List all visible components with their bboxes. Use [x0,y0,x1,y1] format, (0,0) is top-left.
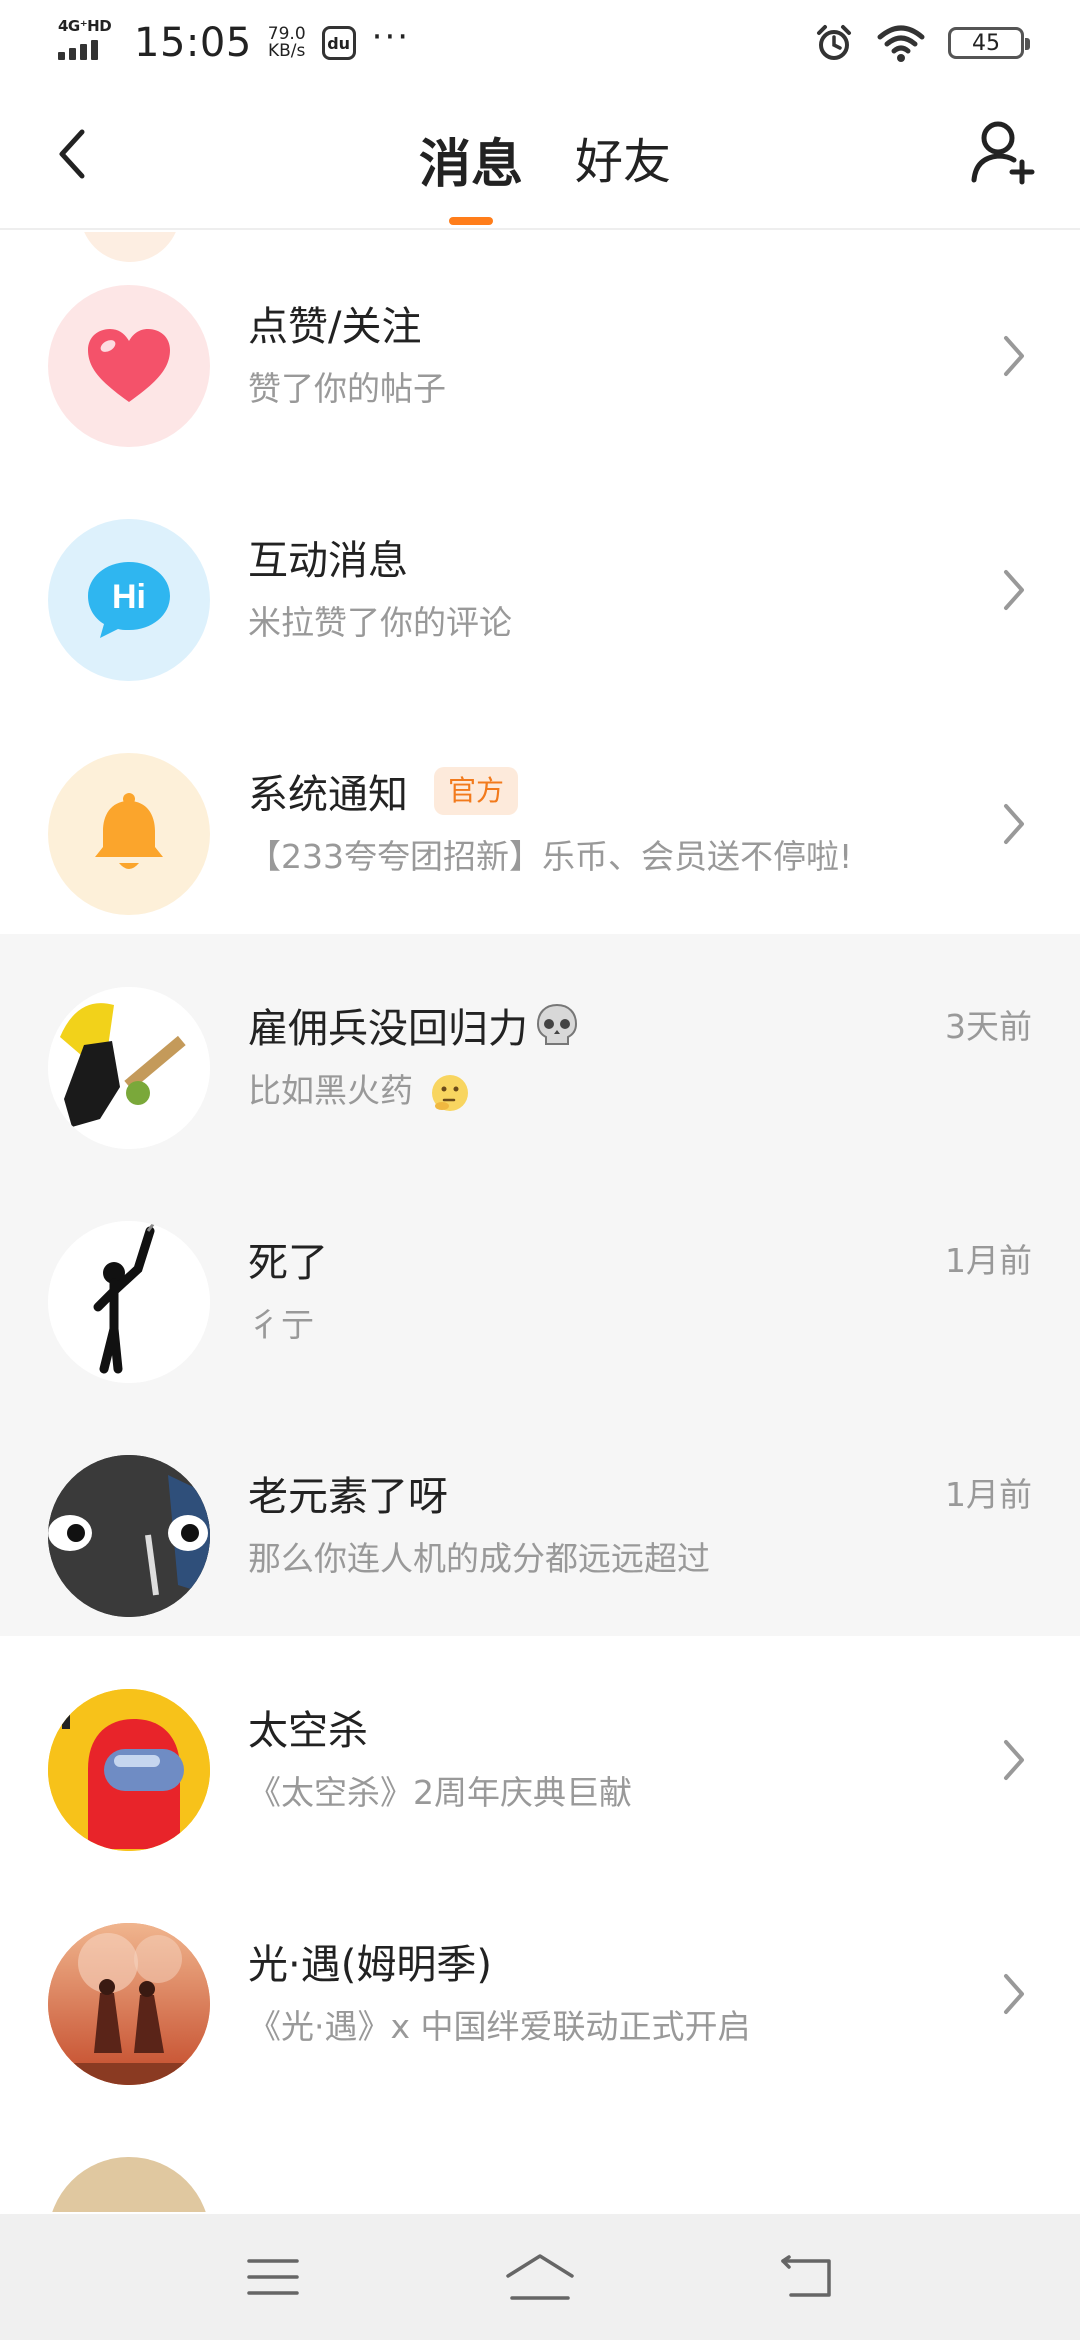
chat-time: 1月前 [945,1475,1032,1514]
avatar [48,1455,210,1617]
return-icon [780,2255,831,2297]
network-speed: 79.0 KB/s [267,24,306,61]
item-subtitle: 米拉赞了你的评论 [248,603,512,642]
avatar: Hi [48,519,210,681]
chevron-right-icon [1004,1974,1024,2014]
list-item-partial[interactable] [0,2104,1080,2212]
tab-friends[interactable]: 好友 [575,122,671,219]
back-nav-button[interactable] [762,2232,852,2322]
chevron-right-icon [1004,336,1024,376]
battery-indicator: 45 [948,27,1030,59]
avatar [48,1923,210,2085]
item-title: 点赞/关注 [248,304,422,350]
chat-title: 死了 [248,1240,328,1286]
game-avatar-image [48,1689,210,1851]
game-avatar-image [48,1923,210,2085]
heart-icon [88,329,170,402]
add-user-icon [971,121,1035,185]
menu-button[interactable] [228,2232,318,2322]
official-badge: 官方 [434,767,519,815]
more-notifications-icon: ··· [371,17,411,57]
home-icon [506,2254,574,2300]
list-item-system-notice[interactable]: 系统通知 官方 【233夸夸团招新】乐币、会员送不停啦! [0,700,1080,934]
chat-title: 雇佣兵没回归力 [248,996,580,1054]
chat-item[interactable]: 雇佣兵没回归力 比如黑火药 3天前 [0,934,1080,1168]
list-item-game[interactable]: 太空杀 《太空杀》2周年庆典巨献 [0,1636,1080,1870]
svg-text:Hi: Hi [112,578,146,616]
item-subtitle: 【233夸夸团招新】乐币、会员送不停啦! [248,837,853,876]
thinking-emoji-icon [431,1074,468,1111]
hi-bubble-icon: Hi [88,562,170,638]
app-notification-icon: du [321,26,356,60]
message-list[interactable]: 点赞/关注 赞了你的帖子 Hi 互动消息 米拉赞了你的评论 系统通知 官方 【2… [0,232,1080,2212]
chat-title: 老元素了呀 [248,1474,448,1520]
chevron-right-icon [1004,804,1024,844]
list-item-game[interactable]: 光·遇(姆明季) 《光·遇》x 中国绊爱联动正式开启 [0,1870,1080,2104]
system-navigation-bar [0,2214,1080,2340]
clock: 15:05 [134,20,252,66]
avatar [48,987,210,1149]
tab-bar: 消息 好友 [0,122,1080,219]
menu-icon [247,2259,300,2295]
item-title: 互动消息 [248,538,408,584]
avatar [48,1689,210,1851]
item-title: 系统通知 官方 [248,762,519,820]
chat-last-message: 那么你连人机的成分都远远超过 [248,1539,710,1578]
item-title: 光·遇(姆明季) [248,1942,492,1988]
skull-emoji-icon [536,1003,578,1045]
item-title: 太空杀 [248,1708,368,1754]
status-bar: 4G⁺HD 15:05 79.0 KB/s du ··· 45 [0,0,1080,86]
chat-last-message: 彳亍 [248,1305,314,1344]
alarm-icon [817,25,851,60]
signal-icon: 4G⁺HD [58,18,118,68]
chat-last-message: 比如黑火药 [248,1064,470,1113]
chat-time: 1月前 [945,1241,1032,1280]
tab-messages[interactable]: 消息 [419,122,523,219]
item-subtitle: 《光·遇》x 中国绊爱联动正式开启 [248,2007,751,2046]
add-friend-button[interactable] [968,116,1040,188]
chat-item[interactable]: 老元素了呀 那么你连人机的成分都远远超过 1月前 [0,1402,1080,1636]
chat-item[interactable]: 死了 彳亍 1月前 [0,1168,1080,1402]
user-avatar-image [48,1455,210,1617]
avatar [48,2157,210,2212]
home-button[interactable] [495,2232,585,2322]
item-subtitle: 《太空杀》2周年庆典巨献 [248,1773,632,1812]
list-item-interactions[interactable]: Hi 互动消息 米拉赞了你的评论 [0,466,1080,700]
bell-icon [95,793,163,869]
user-avatar-image [48,987,210,1149]
top-header: 消息 好友 [0,86,1080,230]
wifi-icon [877,25,925,62]
item-subtitle: 赞了你的帖子 [248,369,446,408]
user-avatar-image [48,1221,210,1383]
chevron-right-icon [1004,1740,1024,1780]
chat-time: 3天前 [945,1007,1032,1046]
chevron-right-icon [1004,570,1024,610]
avatar [48,285,210,447]
avatar [48,1221,210,1383]
avatar [48,753,210,915]
list-item-likes-follows[interactable]: 点赞/关注 赞了你的帖子 [0,232,1080,466]
